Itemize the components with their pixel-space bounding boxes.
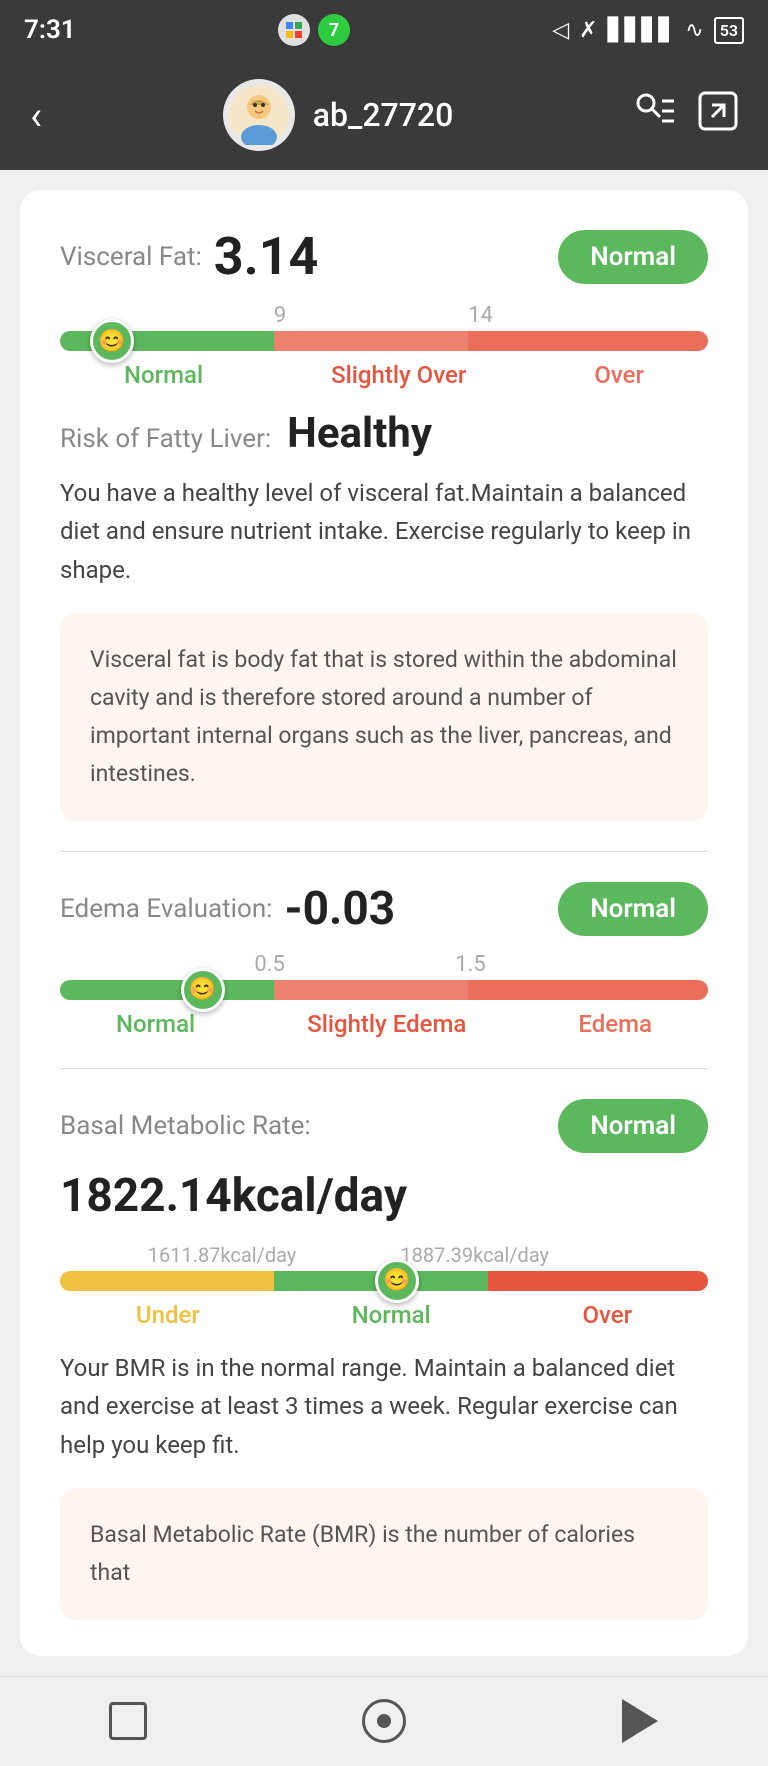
edema-slightly-segment (274, 980, 468, 1000)
edema-bar: 😊 (60, 980, 708, 1000)
fatty-liver-value: Healthy (287, 409, 432, 458)
visceral-fat-bar: 😊 (60, 331, 708, 351)
edema-label: Edema Evaluation: (60, 894, 272, 924)
signal-icon: ▋▋▋▋ (608, 18, 676, 43)
divider-2 (60, 1068, 708, 1069)
edema-label-slightly: Slightly Edema (307, 1010, 466, 1038)
export-icon[interactable] (698, 91, 738, 140)
avatar (223, 79, 295, 151)
square-button[interactable] (98, 1691, 158, 1751)
health-card: Visceral Fat: 3.14 Normal 9 14 😊 (20, 190, 748, 1656)
edema-marker-05: 0.5 (254, 952, 285, 977)
bmr-thumb: 😊 (375, 1259, 419, 1303)
app-icon-2: 7 (318, 14, 350, 46)
edema-thumb: 😊 (181, 968, 225, 1012)
edema-section: Edema Evaluation: -0.03 Normal 0.5 1.5 😊 (60, 882, 708, 1038)
bluetooth-icon: ✗ (579, 18, 597, 43)
bmr-bar: 😊 (60, 1271, 708, 1291)
header-username: ab_27720 (313, 96, 454, 134)
fatty-liver-section: Risk of Fatty Liver: Healthy (60, 409, 708, 458)
triangle-icon (622, 1699, 658, 1743)
wifi-icon: ∿ (685, 18, 703, 43)
edema-over-segment (468, 980, 708, 1000)
range-marker-9: 9 (274, 303, 286, 328)
bmr-label-over: Over (582, 1301, 632, 1329)
range-top-labels: 9 14 (60, 303, 708, 331)
bmr-bottom-labels: Under Normal Over (60, 1301, 708, 1329)
visceral-fat-label: Visceral Fat: (60, 242, 202, 272)
square-icon (109, 1702, 147, 1740)
status-bar: 7:31 7 ◁ ✗ ▋▋▋▋ ∿ 53 (0, 0, 768, 60)
visceral-fat-info-text: Visceral fat is body fat that is stored … (90, 641, 678, 793)
edema-label-normal: Normal (116, 1010, 195, 1038)
bmr-under-segment (60, 1271, 274, 1291)
back-nav-button[interactable] (610, 1691, 670, 1751)
bmr-label-under: Under (136, 1301, 200, 1329)
visceral-fat-info-box: Visceral fat is body fat that is stored … (60, 613, 708, 821)
bmr-info-box: Basal Metabolic Rate (BMR) is the number… (60, 1488, 708, 1620)
range-slightly-segment (274, 331, 468, 351)
edema-badge: Normal (558, 882, 708, 936)
fatty-liver-label: Risk of Fatty Liver: (60, 424, 271, 454)
range-bottom-labels: Normal Slightly Over Over (60, 361, 708, 389)
bmr-badge: Normal (558, 1099, 708, 1153)
smiley-icon: 😊 (98, 329, 125, 354)
visceral-fat-range: 9 14 😊 Normal Slightly Over Over (60, 303, 708, 389)
app-icons: 7 (278, 14, 350, 46)
bmr-header: Basal Metabolic Rate: Normal (60, 1099, 708, 1153)
visceral-fat-description: You have a healthy level of visceral fat… (60, 474, 708, 589)
search-list-icon[interactable] (634, 93, 674, 138)
visceral-fat-label-value: Visceral Fat: 3.14 (60, 226, 318, 287)
google-icon (278, 14, 310, 46)
edema-range: 0.5 1.5 😊 Normal Slightly Edema Edema (60, 952, 708, 1038)
range-marker-14: 14 (468, 303, 493, 328)
bmr-description: Your BMR is in the normal range. Maintai… (60, 1349, 708, 1464)
edema-bottom-labels: Normal Slightly Edema Edema (60, 1010, 708, 1038)
edema-smiley-icon: 😊 (189, 977, 216, 1002)
status-icons: ◁ ✗ ▋▋▋▋ ∿ 53 (552, 17, 744, 44)
bmr-marker-high: 1887.39kcal/day (400, 1243, 549, 1267)
edema-label-edema: Edema (578, 1010, 652, 1038)
main-content: Visceral Fat: 3.14 Normal 9 14 😊 (0, 170, 768, 1676)
visceral-fat-thumb: 😊 (90, 319, 134, 363)
bmr-label-normal: Normal (352, 1301, 431, 1329)
back-button[interactable]: ‹ (30, 92, 42, 139)
visceral-fat-section: Visceral Fat: 3.14 Normal 9 14 😊 (60, 226, 708, 821)
edema-normal-segment (60, 980, 274, 1000)
bmr-range: 1611.87kcal/day 1887.39kcal/day 😊 Under … (60, 1243, 708, 1329)
bmr-value: 1822.14kcal/day (60, 1169, 708, 1223)
label-normal: Normal (124, 361, 203, 389)
visceral-fat-badge: Normal (558, 230, 708, 284)
circle-inner (377, 1714, 391, 1728)
circle-icon (362, 1699, 406, 1743)
header-center: ab_27720 (223, 79, 454, 151)
bmr-marker-low: 1611.87kcal/day (148, 1243, 297, 1267)
edema-range-top-labels: 0.5 1.5 (60, 952, 708, 980)
bmr-over-segment (488, 1271, 708, 1291)
divider-1 (60, 851, 708, 852)
range-over-segment (468, 331, 708, 351)
location-icon: ◁ (552, 18, 569, 43)
bmr-label: Basal Metabolic Rate: (60, 1111, 311, 1141)
edema-value: -0.03 (284, 882, 395, 936)
home-button[interactable] (354, 1691, 414, 1751)
edema-header: Edema Evaluation: -0.03 Normal (60, 882, 708, 936)
label-over: Over (594, 361, 644, 389)
label-slightly-over: Slightly Over (331, 361, 466, 389)
header-actions (634, 91, 738, 140)
visceral-fat-header: Visceral Fat: 3.14 Normal (60, 226, 708, 287)
status-time: 7:31 (24, 15, 76, 45)
edema-label-value: Edema Evaluation: -0.03 (60, 882, 395, 936)
bottom-nav (0, 1676, 768, 1766)
header: ‹ ab_27720 (0, 60, 768, 170)
bmr-section: Basal Metabolic Rate: Normal 1822.14kcal… (60, 1099, 708, 1620)
visceral-fat-value: 3.14 (214, 226, 319, 287)
battery-indicator: 53 (714, 17, 744, 44)
bmr-info-text: Basal Metabolic Rate (BMR) is the number… (90, 1516, 678, 1592)
bmr-smiley-icon: 😊 (383, 1268, 410, 1293)
edema-marker-15: 1.5 (455, 952, 486, 977)
